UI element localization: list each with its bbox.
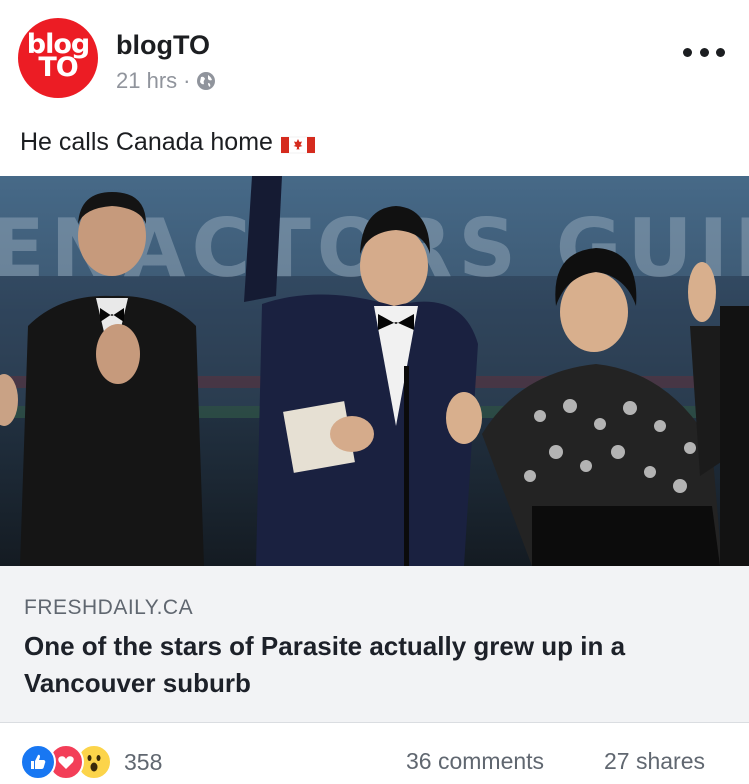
comments-count[interactable]: 36 comments: [406, 748, 544, 775]
post-message: He calls Canada home: [20, 128, 316, 157]
page-name[interactable]: blogTO: [116, 30, 210, 61]
more-options-button[interactable]: [683, 40, 725, 64]
post-time[interactable]: 21 hrs: [116, 68, 177, 94]
avatar-text-bottom: TO: [38, 52, 78, 83]
shares-count[interactable]: 27 shares: [604, 748, 705, 775]
more-dot: [683, 47, 692, 57]
more-dot: [699, 47, 709, 57]
page-avatar[interactable]: blog TO: [18, 18, 98, 98]
canada-flag-icon: [280, 133, 316, 153]
more-dot: [716, 47, 725, 57]
reactions-summary[interactable]: 358: [20, 744, 162, 780]
like-icon: [20, 744, 56, 780]
post-header: blog TO blogTO 21 hrs ·: [0, 0, 749, 112]
link-preview[interactable]: FRESHDAILY.CA One of the stars of Parasi…: [0, 566, 749, 723]
globe-icon[interactable]: [196, 71, 216, 91]
reaction-count: 358: [124, 748, 163, 775]
post-meta: 21 hrs ·: [116, 68, 216, 94]
post-text: He calls Canada home: [20, 128, 273, 156]
post-photo[interactable]: ENACTORS GUILD: [0, 176, 749, 566]
link-domain: FRESHDAILY.CA: [24, 596, 194, 619]
link-title[interactable]: One of the stars of Parasite actually gr…: [24, 628, 724, 702]
post-footer: 358 36 comments 27 shares: [0, 732, 749, 784]
meta-separator: ·: [183, 68, 191, 93]
